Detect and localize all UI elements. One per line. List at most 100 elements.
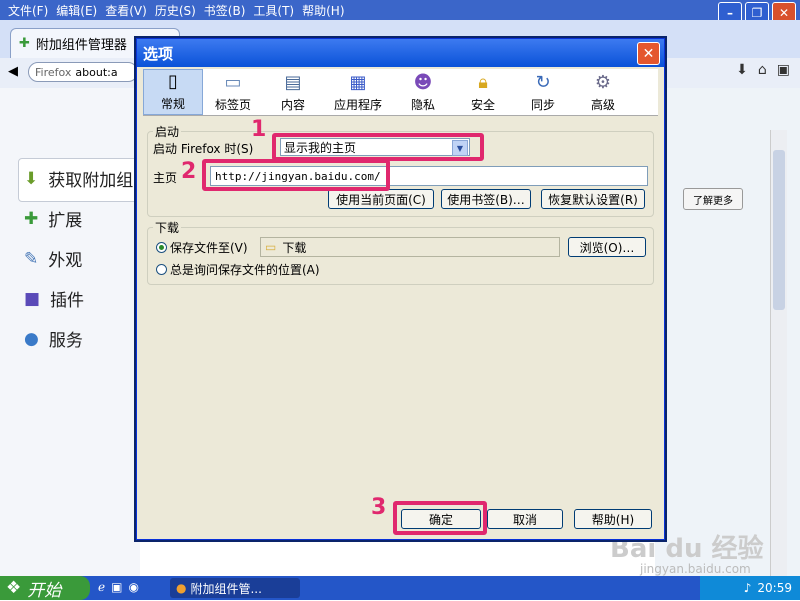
tab-advanced[interactable]: ⚙ 高级 bbox=[573, 69, 633, 115]
menu-view[interactable]: 查看(V) bbox=[105, 2, 147, 19]
menu-help[interactable]: 帮助(H) bbox=[302, 2, 344, 19]
feedback-icon[interactable]: ▣ bbox=[777, 62, 790, 78]
mask-icon: ☻ bbox=[413, 71, 433, 93]
dialog-close-button[interactable]: ✕ bbox=[637, 42, 660, 65]
url-text: about:a bbox=[75, 65, 118, 79]
browser-menubar: 文件(F) 编辑(E) 查看(V) 历史(S) 书签(B) 工具(T) 帮助(H… bbox=[0, 0, 800, 24]
download-box-icon: ⬇ bbox=[24, 168, 39, 189]
tab-security[interactable]: 🔒︎ 安全 bbox=[453, 69, 513, 115]
volume-icon[interactable]: ♪ bbox=[744, 581, 752, 595]
system-tray: ♪ 20:59 bbox=[700, 576, 800, 600]
browse-button[interactable]: 浏览(O)… bbox=[568, 237, 646, 257]
puzzle-icon: ✚ bbox=[19, 36, 30, 51]
identity-label: Firefox bbox=[35, 65, 72, 79]
scrollbar-thumb[interactable] bbox=[773, 150, 785, 310]
chat-icon: ● bbox=[24, 328, 39, 349]
menu-edit[interactable]: 编辑(E) bbox=[56, 2, 97, 19]
startup-when-label: 启动 Firefox 时(S) bbox=[153, 142, 254, 156]
sidebar-item-label: 外观 bbox=[48, 251, 83, 271]
sync-icon: ↻ bbox=[535, 71, 551, 93]
tab-content[interactable]: ▤ 内容 bbox=[263, 69, 323, 115]
sidebar-item-label: 服务 bbox=[48, 331, 83, 351]
addons-sidebar: ⬇ 获取附加组 ✚ 扩展 ✎ 外观 ■ 插件 ● 服务 bbox=[0, 88, 144, 576]
menu-bookmarks[interactable]: 书签(B) bbox=[204, 2, 246, 19]
start-label: 开始 bbox=[27, 580, 62, 601]
brush-icon: ✎ bbox=[24, 248, 39, 269]
download-folder-field: ▭ 下载 bbox=[260, 237, 560, 257]
help-button[interactable]: 帮助(H) bbox=[574, 509, 652, 529]
learn-more-button[interactable]: 了解更多 bbox=[683, 188, 743, 210]
download-group-label: 下载 bbox=[153, 219, 182, 236]
tab-label: 隐私 bbox=[410, 98, 435, 112]
menu-file[interactable]: 文件(F) bbox=[8, 2, 48, 19]
folder-tabs-icon: ▭ bbox=[224, 71, 242, 93]
watermark-url: jingyan.baidu.com bbox=[640, 562, 751, 576]
highlight-ok-button bbox=[393, 501, 487, 535]
tab-label: 内容 bbox=[280, 98, 305, 112]
gear-icon: ⚙ bbox=[594, 71, 612, 93]
content-scrollbar[interactable] bbox=[770, 130, 787, 576]
dialog-title: 选项 bbox=[143, 44, 174, 63]
save-to-radio[interactable] bbox=[156, 242, 167, 253]
options-category-bar: ▯ 常规 ▭ 标签页 ▤ 内容 ▦ 应用程序 ☻ 隐私 🔒︎ 安全 ↻ 同步 ⚙ bbox=[143, 69, 658, 116]
plugin-icon: ■ bbox=[24, 288, 41, 309]
taskbar-item-firefox[interactable]: ● 附加组件管... bbox=[170, 578, 300, 598]
taskbar: ❖ 开始 ℯ ▣ ◉ ● 附加组件管... ♪ 20:59 bbox=[0, 576, 800, 601]
puzzle-icon: ✚ bbox=[24, 208, 39, 229]
startup-group-label: 启动 bbox=[153, 123, 182, 140]
sidebar-item-label: 获取附加组 bbox=[48, 171, 134, 191]
sidebar-item-appearance[interactable]: ✎ 外观 bbox=[24, 246, 83, 272]
desktop-icon[interactable]: ▣ bbox=[111, 580, 122, 594]
menu-tools[interactable]: 工具(T) bbox=[253, 2, 294, 19]
tab-label: 高级 bbox=[590, 98, 615, 112]
sidebar-item-label: 扩展 bbox=[48, 211, 83, 231]
homepage-label: 主页 bbox=[153, 171, 178, 185]
tab-label: 安全 bbox=[470, 98, 495, 112]
tab-label: 同步 bbox=[530, 98, 555, 112]
sidebar-item-label: 插件 bbox=[50, 291, 85, 311]
tab-label: 标签页 bbox=[214, 98, 251, 112]
annotation-number-2: 2 bbox=[181, 159, 197, 184]
restore-default-button[interactable]: 恢复默认设置(R) bbox=[541, 189, 645, 209]
sidebar-item-extensions[interactable]: ✚ 扩展 bbox=[24, 206, 83, 232]
sidebar-item-services[interactable]: ● 服务 bbox=[24, 326, 83, 352]
use-bookmark-button[interactable]: 使用书签(B)… bbox=[441, 189, 531, 209]
url-bar[interactable]: Firefox about:a bbox=[28, 62, 138, 82]
tab-tabs[interactable]: ▭ 标签页 bbox=[203, 69, 263, 115]
ie-icon[interactable]: ℯ bbox=[98, 580, 105, 594]
tab-sync[interactable]: ↻ 同步 bbox=[513, 69, 573, 115]
folder-icon: ▭ bbox=[265, 240, 277, 254]
download-icon[interactable]: ⬇ bbox=[736, 62, 748, 78]
lock-icon: 🔒︎ bbox=[478, 71, 488, 93]
always-ask-label: 总是询问保存文件的位置(A) bbox=[170, 263, 320, 277]
quick-launch: ℯ ▣ ◉ bbox=[98, 580, 139, 594]
cancel-button[interactable]: 取消 bbox=[487, 509, 563, 529]
menu-history[interactable]: 历史(S) bbox=[155, 2, 196, 19]
switch-icon: ▯ bbox=[168, 71, 178, 92]
tab-applications[interactable]: ▦ 应用程序 bbox=[323, 69, 393, 115]
always-ask-radio[interactable] bbox=[156, 264, 167, 275]
applications-icon: ▦ bbox=[349, 71, 367, 93]
back-icon[interactable]: ◀ bbox=[8, 64, 18, 79]
tab-label: 常规 bbox=[160, 97, 185, 111]
firefox-icon: ● bbox=[176, 581, 187, 595]
media-icon[interactable]: ◉ bbox=[128, 580, 138, 594]
annotation-number-3: 3 bbox=[371, 495, 387, 520]
sidebar-item-plugins[interactable]: ■ 插件 bbox=[24, 286, 85, 312]
highlight-homepage bbox=[202, 159, 390, 191]
dialog-titlebar[interactable]: 选项 ✕ bbox=[137, 39, 664, 67]
clock: 20:59 bbox=[757, 581, 792, 595]
save-to-label: 保存文件至(V) bbox=[170, 241, 248, 255]
tab-label: 应用程序 bbox=[333, 98, 382, 112]
tab-label: 附加组件管理器 bbox=[35, 38, 127, 53]
home-icon[interactable]: ⌂ bbox=[758, 62, 767, 78]
download-folder-value: 下载 bbox=[282, 240, 307, 255]
highlight-startup-select bbox=[272, 133, 484, 161]
tab-general[interactable]: ▯ 常规 bbox=[143, 69, 203, 115]
taskbar-item-label: 附加组件管... bbox=[190, 581, 262, 596]
sidebar-item-get-addons[interactable]: ⬇ 获取附加组 bbox=[24, 166, 134, 192]
document-icon: ▤ bbox=[284, 71, 302, 93]
use-current-page-button[interactable]: 使用当前页面(C) bbox=[328, 189, 434, 209]
tab-privacy[interactable]: ☻ 隐私 bbox=[393, 69, 453, 115]
start-button[interactable]: ❖ 开始 bbox=[0, 576, 90, 601]
